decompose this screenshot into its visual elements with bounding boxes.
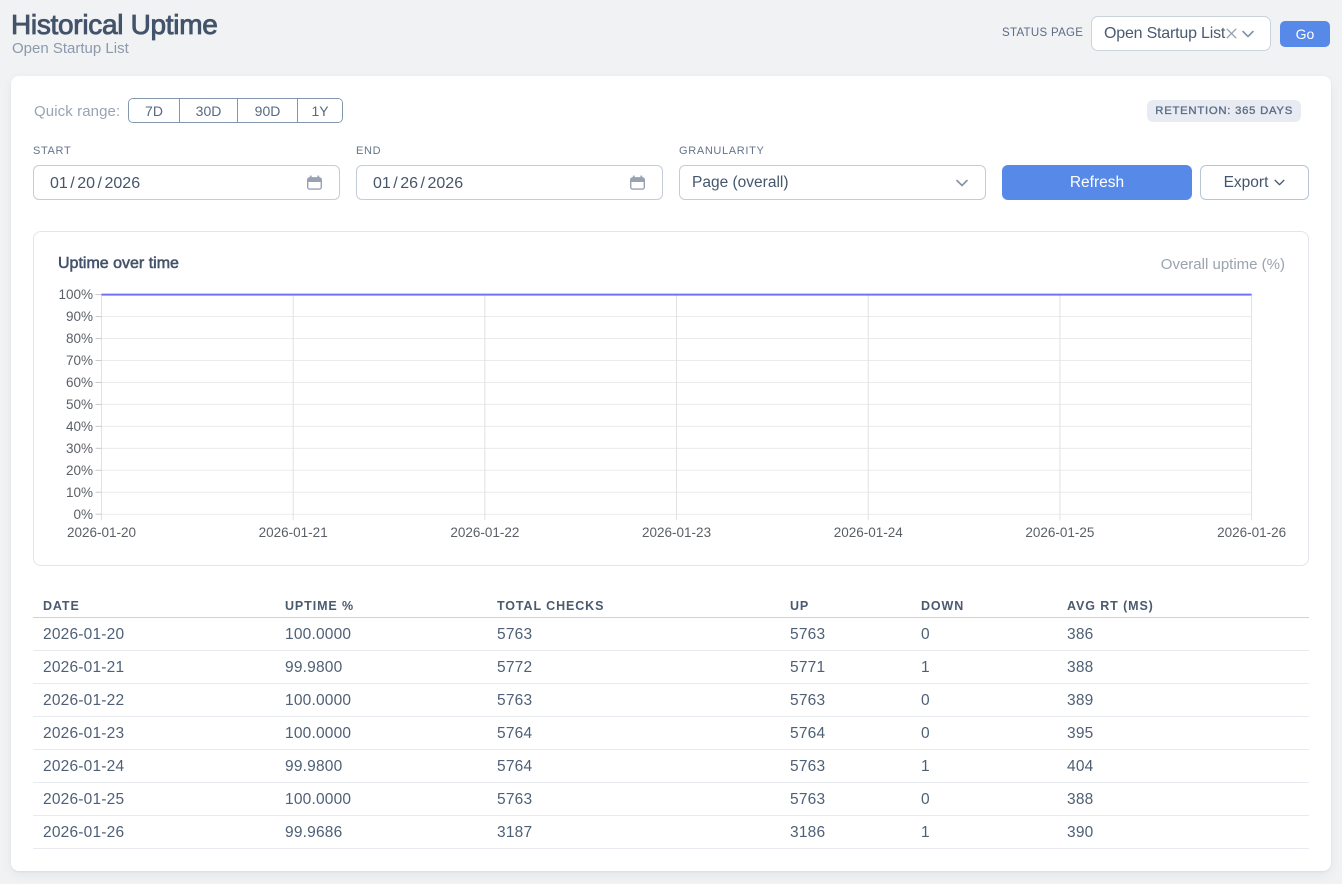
svg-text:0%: 0% <box>73 507 93 522</box>
svg-text:40%: 40% <box>66 419 93 434</box>
svg-text:2026-01-21: 2026-01-21 <box>259 525 328 540</box>
svg-text:30%: 30% <box>66 441 93 456</box>
svg-text:2026-01-25: 2026-01-25 <box>1025 525 1094 540</box>
svg-text:70%: 70% <box>66 353 93 368</box>
svg-text:10%: 10% <box>66 485 93 500</box>
svg-text:100%: 100% <box>58 287 93 302</box>
svg-text:2026-01-22: 2026-01-22 <box>450 525 519 540</box>
svg-text:80%: 80% <box>66 331 93 346</box>
svg-text:2026-01-20: 2026-01-20 <box>67 525 136 540</box>
svg-text:60%: 60% <box>66 375 93 390</box>
svg-text:50%: 50% <box>66 397 93 412</box>
svg-text:2026-01-24: 2026-01-24 <box>834 525 904 540</box>
svg-text:2026-01-23: 2026-01-23 <box>642 525 711 540</box>
svg-text:20%: 20% <box>66 463 93 478</box>
svg-text:90%: 90% <box>66 309 93 324</box>
svg-text:2026-01-26: 2026-01-26 <box>1217 525 1286 540</box>
